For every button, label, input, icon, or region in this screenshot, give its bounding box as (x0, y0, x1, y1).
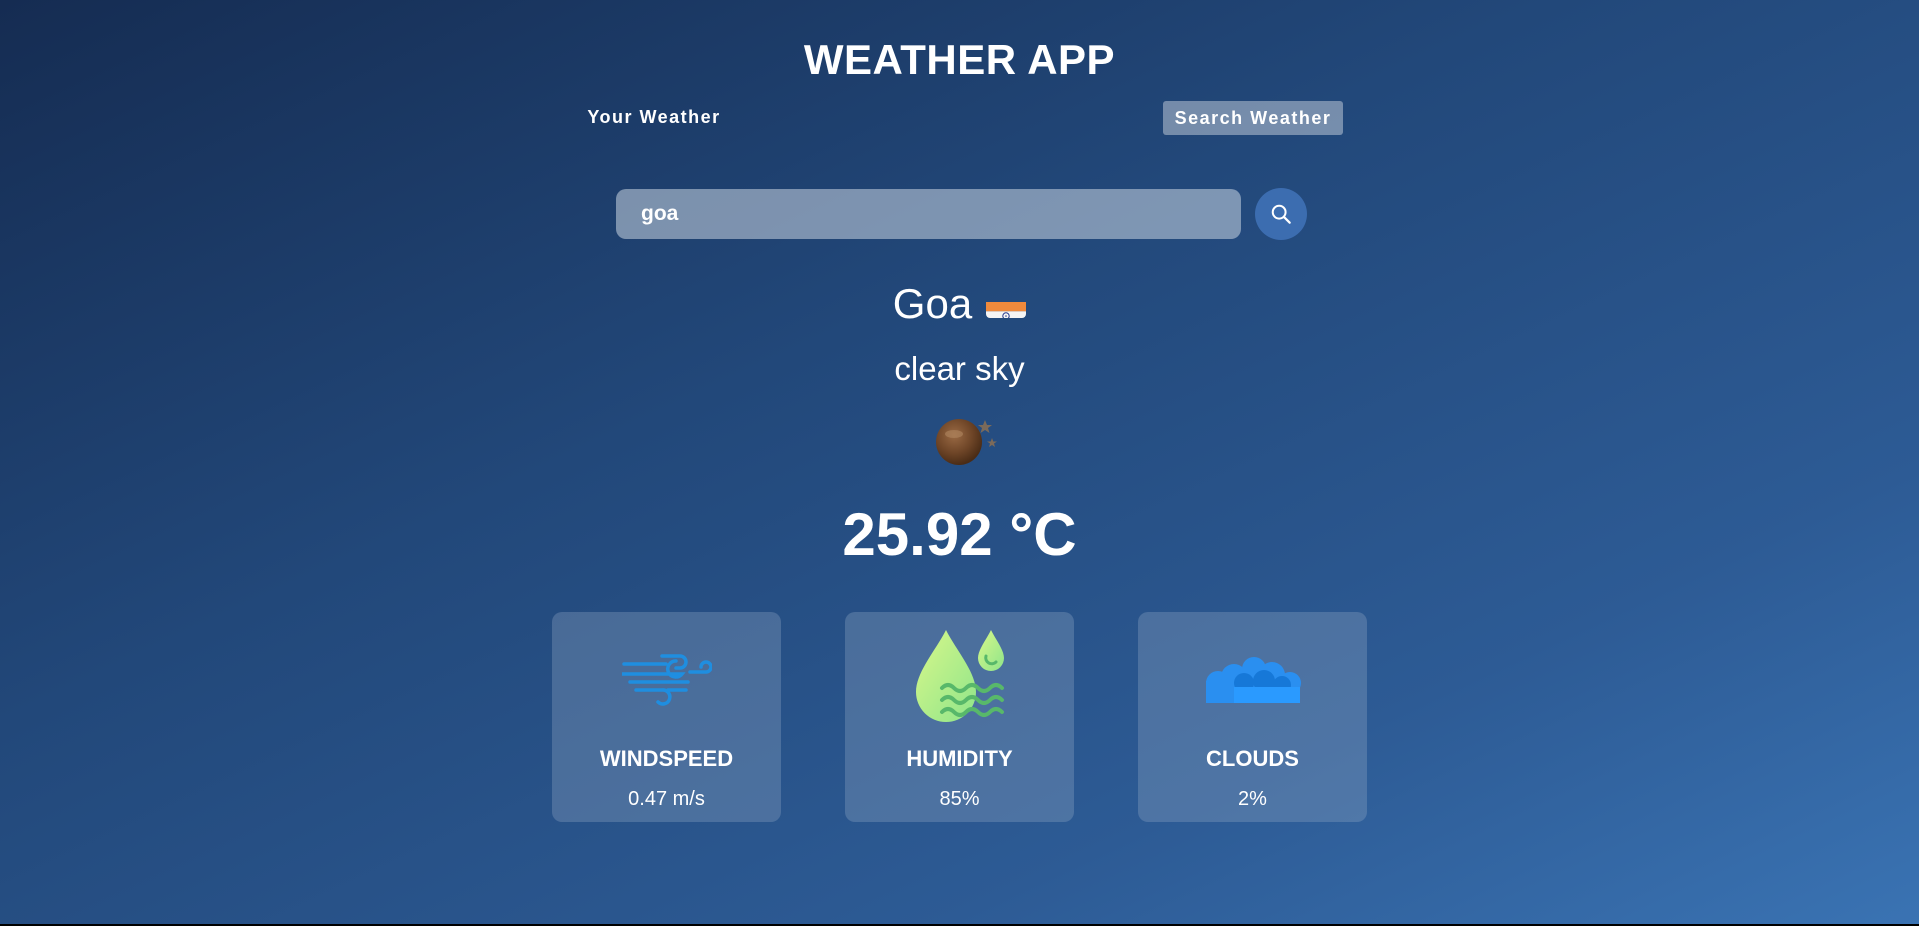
humidity-label: HUMIDITY (906, 746, 1013, 771)
city-name: Goa (892, 280, 973, 327)
flag-india-icon (986, 290, 1027, 318)
wind-icon (621, 654, 712, 706)
tab-search-weather[interactable]: Search Weather (1163, 101, 1343, 135)
app-title: WEATHER APP (803, 36, 1116, 83)
search-button[interactable] (1255, 188, 1307, 240)
temperature-value: 25.92 °C (842, 501, 1077, 568)
clouds-icon (1205, 657, 1301, 703)
clouds-card: CLOUDS 2% (1138, 612, 1367, 822)
clouds-label: CLOUDS (1206, 746, 1299, 771)
search-icon (1271, 204, 1291, 224)
humidity-card: HUMIDITY 85% (845, 612, 1074, 822)
tab-your-weather[interactable]: Your Weather (576, 100, 732, 134)
humidity-value: 85% (939, 788, 980, 810)
weather-app: WEATHER APP Your Weather Search Weather … (0, 0, 1919, 924)
windspeed-card: WINDSPEED 0.47 m/s (552, 612, 781, 822)
city-heading: Goa (0, 278, 1919, 330)
clear-sky-night-icon (930, 412, 1000, 470)
clouds-value: 2% (1238, 788, 1267, 810)
windspeed-value: 0.47 m/s (628, 788, 705, 810)
weather-description: clear sky (894, 350, 1025, 387)
city-search-input[interactable] (616, 189, 1241, 239)
humidity-icon (915, 630, 1004, 722)
windspeed-label: WINDSPEED (599, 746, 734, 771)
